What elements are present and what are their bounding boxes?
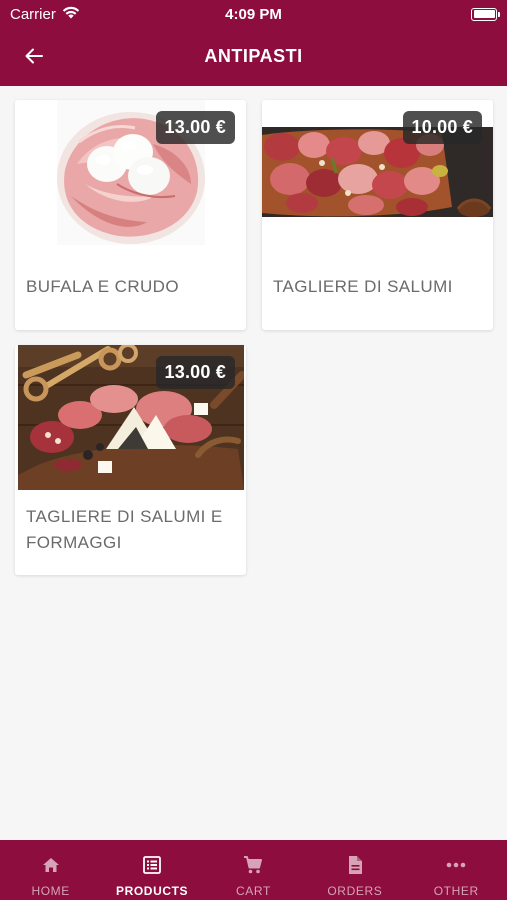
tab-other[interactable]: OTHER: [406, 840, 507, 900]
product-name: TAGLIERE DI SALUMI E FORMAGGI: [26, 507, 223, 552]
cart-icon: [243, 854, 263, 876]
product-price: 10.00 €: [402, 111, 482, 144]
battery-fill: [473, 10, 495, 18]
product-price: 13.00 €: [155, 111, 235, 144]
status-left: Carrier: [10, 6, 80, 23]
home-icon: [42, 854, 60, 876]
app-header: Carrier 4:09 PM ANTIPASTI: [0, 0, 507, 86]
product-card-tagliere-di-salumi[interactable]: 10.00 € TAGLIERE DI SALUMI: [262, 100, 493, 330]
document-icon: [347, 854, 363, 876]
product-name: TAGLIERE DI SALUMI: [273, 277, 453, 296]
tab-orders[interactable]: ORDERS: [304, 840, 405, 900]
tab-cart[interactable]: CART: [203, 840, 304, 900]
product-card-bufala-e-crudo[interactable]: 13.00 € BUFALA E CRUDO: [15, 100, 246, 330]
page-title: ANTIPASTI: [204, 45, 303, 66]
tab-home[interactable]: HOME: [0, 840, 101, 900]
product-grid: 13.00 € BUFALA E CRUDO 10.00 € TAGLIERE …: [15, 100, 493, 575]
carrier-label: Carrier: [10, 5, 56, 23]
battery-icon: [471, 7, 500, 21]
more-icon: [446, 854, 466, 876]
arrow-left-icon: [25, 48, 43, 64]
product-price: 13.00 €: [155, 356, 235, 389]
wifi-icon: [62, 6, 80, 23]
tab-label: HOME: [31, 884, 70, 898]
nav-bar: ANTIPASTI: [0, 28, 507, 84]
product-card-tagliere-di-salumi-e-formaggi[interactable]: 13.00 € TAGLIERE DI SALUMI E FORMAGGI: [15, 345, 246, 575]
tab-label: OTHER: [433, 884, 479, 898]
status-bar: Carrier 4:09 PM: [0, 0, 507, 28]
tab-products[interactable]: PRODUCTS: [102, 840, 203, 900]
list-icon: [143, 854, 161, 876]
tab-label: PRODUCTS: [116, 884, 189, 898]
back-button[interactable]: [20, 42, 48, 70]
tab-label: ORDERS: [327, 884, 383, 898]
product-name: BUFALA E CRUDO: [26, 277, 179, 296]
bottom-tab-bar: HOME PRODUCTS CART ORDERS OTHER: [0, 840, 507, 900]
tab-label: CART: [236, 884, 271, 898]
